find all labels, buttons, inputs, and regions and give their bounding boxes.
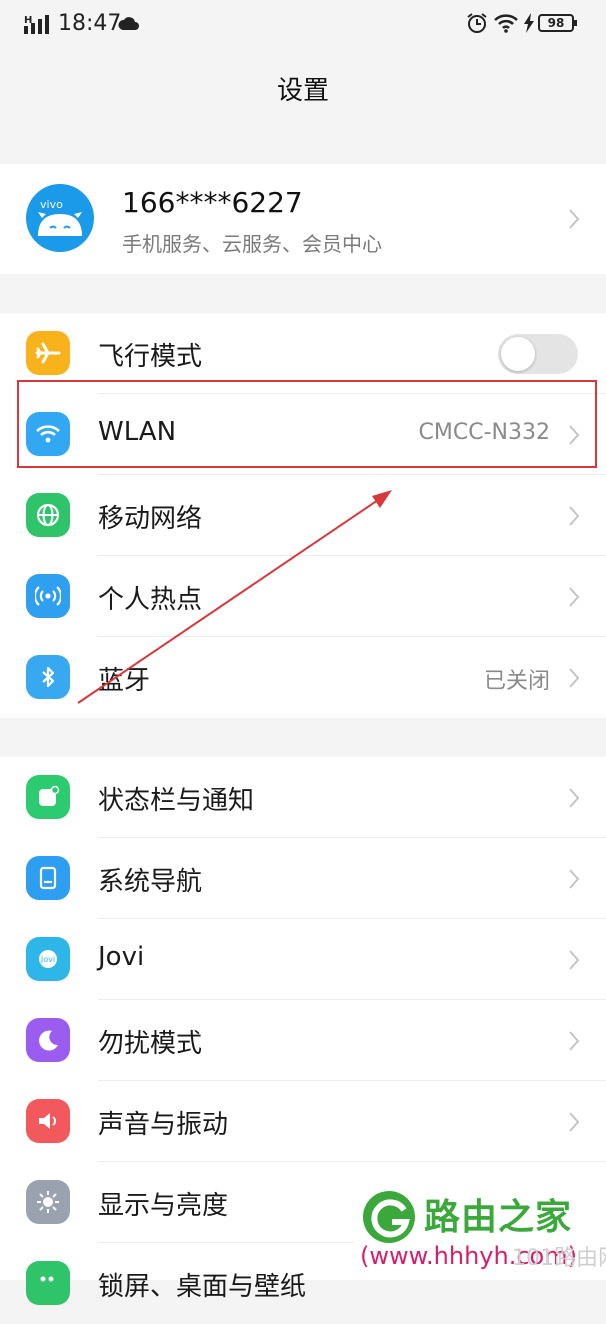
title-bar: 设置 [0, 48, 606, 124]
settings-item-wlan[interactable]: WLAN CMCC-N332 [0, 394, 606, 475]
settings-item-hotspot[interactable]: 个人热点 [0, 556, 606, 637]
settings-item-sound-vibration[interactable]: 声音与振动 [0, 1081, 606, 1162]
watermark: 路由之家 (www.hhhyh.com) 101路由网 [354, 1180, 606, 1280]
settings-item-status-bar-notifications[interactable]: 状态栏与通知 [0, 757, 606, 838]
chevron-right-icon [569, 788, 580, 808]
chevron-right-icon [569, 425, 580, 445]
settings-item-label: 飞行模式 [98, 342, 203, 372]
settings-item-label: 勿扰模式 [98, 1029, 203, 1059]
battery-indicator: 98 [538, 14, 577, 32]
wifi-icon [26, 412, 70, 456]
chevron-right-icon [569, 209, 580, 229]
settings-item-label: 声音与振动 [98, 1110, 229, 1140]
settings-item-label: 系统导航 [98, 867, 203, 897]
watermark-title: 路由之家 [424, 1197, 573, 1238]
settings-item-label: 蓝牙 [98, 666, 151, 696]
speaker-icon [26, 1099, 70, 1143]
connectivity-section: 飞行模式 WLAN CMCC-N332 移动网络 个人热点 蓝牙 已关闭 [0, 313, 606, 718]
svg-text:vivo: vivo [40, 198, 63, 211]
wifi-status-icon [494, 14, 518, 33]
settings-item-system-navigation[interactable]: 系统导航 [0, 838, 606, 919]
airplane-mode-toggle[interactable] [498, 334, 578, 374]
settings-item-mobile-network[interactable]: 移动网络 [0, 475, 606, 556]
account-section: vivo 166****6227 手机服务、云服务、会员中心 [0, 164, 606, 274]
bluetooth-status: 已关闭 [483, 669, 550, 694]
settings-item-airplane-mode[interactable]: 飞行模式 [0, 313, 606, 394]
avatar: vivo [26, 184, 94, 252]
settings-item-do-not-disturb[interactable]: 勿扰模式 [0, 1000, 606, 1081]
charging-icon [524, 13, 534, 33]
chevron-right-icon [569, 587, 580, 607]
cloud-icon [118, 17, 139, 30]
chevron-right-icon [569, 668, 580, 688]
site-logo-icon [363, 1191, 415, 1243]
notification-icon [26, 775, 70, 819]
chevron-right-icon [569, 950, 580, 970]
signal-icon: H [24, 15, 49, 34]
settings-item-label: 状态栏与通知 [98, 786, 255, 816]
chevron-right-icon [569, 1031, 580, 1051]
watermark-subtitle: 101路由网 [512, 1246, 606, 1271]
globe-icon [26, 493, 70, 537]
alarm-icon [467, 13, 487, 33]
account-row[interactable]: vivo 166****6227 手机服务、云服务、会员中心 [0, 164, 606, 274]
settings-item-bluetooth[interactable]: 蓝牙 已关闭 [0, 637, 606, 718]
bluetooth-icon [26, 655, 70, 699]
vivo-mascot-icon: vivo [38, 198, 82, 236]
wlan-network-name: CMCC-N332 [418, 420, 550, 445]
account-name: 166****6227 [122, 186, 303, 219]
account-subtitle: 手机服务、云服务、会员中心 [122, 232, 382, 256]
chevron-right-icon [569, 1112, 580, 1132]
hotspot-icon [26, 574, 70, 618]
status-bar: H 18:47 98 [0, 0, 606, 48]
svg-text:Jovi: Jovi [40, 955, 55, 964]
settings-item-label: 个人热点 [98, 585, 203, 615]
sun-icon [26, 1180, 70, 1224]
chevron-right-icon [569, 506, 580, 526]
settings-item-label: 显示与亮度 [98, 1191, 229, 1221]
status-time: 18:47 [58, 11, 122, 36]
settings-item-label: 锁屏、桌面与壁纸 [98, 1272, 307, 1302]
wallpaper-icon [26, 1261, 70, 1305]
chevron-right-icon [569, 869, 580, 889]
settings-item-label: Jovi [98, 942, 145, 972]
moon-icon [26, 1018, 70, 1062]
jovi-icon: Jovi [26, 937, 70, 981]
settings-item-label: 移动网络 [98, 504, 203, 534]
toggle-knob [501, 337, 535, 371]
airplane-icon [26, 331, 70, 375]
settings-item-jovi[interactable]: Jovi Jovi [0, 919, 606, 1000]
settings-item-label: WLAN [98, 417, 177, 447]
navigation-icon [26, 856, 70, 900]
page-title: 设置 [276, 76, 329, 106]
